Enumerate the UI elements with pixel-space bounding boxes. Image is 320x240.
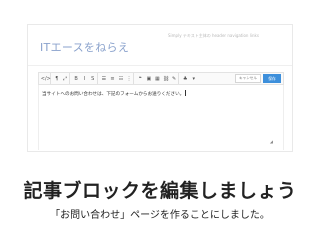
align-left-icon[interactable]: ☰ xyxy=(100,73,109,84)
slide-headline: 記事ブロックを編集しましょう xyxy=(23,180,297,202)
align-right-icon[interactable]: ☷ xyxy=(117,73,126,84)
cancel-button[interactable]: キャンセル xyxy=(235,74,261,83)
editor-content[interactable]: 当サイトへのお問い合わせは、下記のフォームからお送りください。 xyxy=(42,90,186,97)
chevron-down-icon[interactable]: ▾ xyxy=(190,73,199,84)
code-icon[interactable]: </> xyxy=(41,73,51,84)
link-icon[interactable]: ⛓ xyxy=(162,73,171,84)
quote-icon[interactable]: ❝ xyxy=(136,73,145,84)
resize-handle-icon[interactable]: ◢ xyxy=(270,139,273,144)
header-divider xyxy=(28,65,292,66)
paragraph-icon[interactable]: ¶ xyxy=(53,73,62,84)
editor-area[interactable]: 当サイトへのお問い合わせは、下記のフォームからお送りください。 ◢ xyxy=(38,85,284,150)
gallery-icon[interactable]: ▦ xyxy=(153,73,162,84)
align-center-icon[interactable]: ≡ xyxy=(108,73,117,84)
save-button[interactable]: 保存 xyxy=(263,74,281,83)
expand-icon[interactable]: ⤢ xyxy=(61,73,70,84)
image-icon[interactable]: ▣ xyxy=(145,73,154,84)
slide-caption: 「お問い合わせ」ページを作ることにしました。 xyxy=(50,210,270,221)
bold-icon[interactable]: B xyxy=(72,73,81,84)
site-tagline: Simply テキスト主体の header navigation links xyxy=(168,33,259,38)
plugin-icon[interactable]: ♣ xyxy=(181,73,190,84)
editor-window: ITエースをねらえ Simply テキスト主体の header navigati… xyxy=(27,24,293,152)
pen-icon[interactable]: ✎ xyxy=(170,73,179,84)
list-icon[interactable]: ⋮ xyxy=(125,73,134,84)
text-caret xyxy=(185,90,186,96)
strikethrough-icon[interactable]: S xyxy=(89,73,98,84)
editor-toolbar: </> ¶ ⤢ B I S ☰ ≡ ☷ ⋮ ❝ ▣ ▦ ⛓ ✎ ♣ ▾ キャンセル 保存 xyxy=(38,72,284,85)
editor-text: 当サイトへのお問い合わせは、下記のフォームからお送りください。 xyxy=(42,92,185,97)
site-title[interactable]: ITエースをねらえ xyxy=(40,39,129,55)
italic-icon[interactable]: I xyxy=(80,73,89,84)
